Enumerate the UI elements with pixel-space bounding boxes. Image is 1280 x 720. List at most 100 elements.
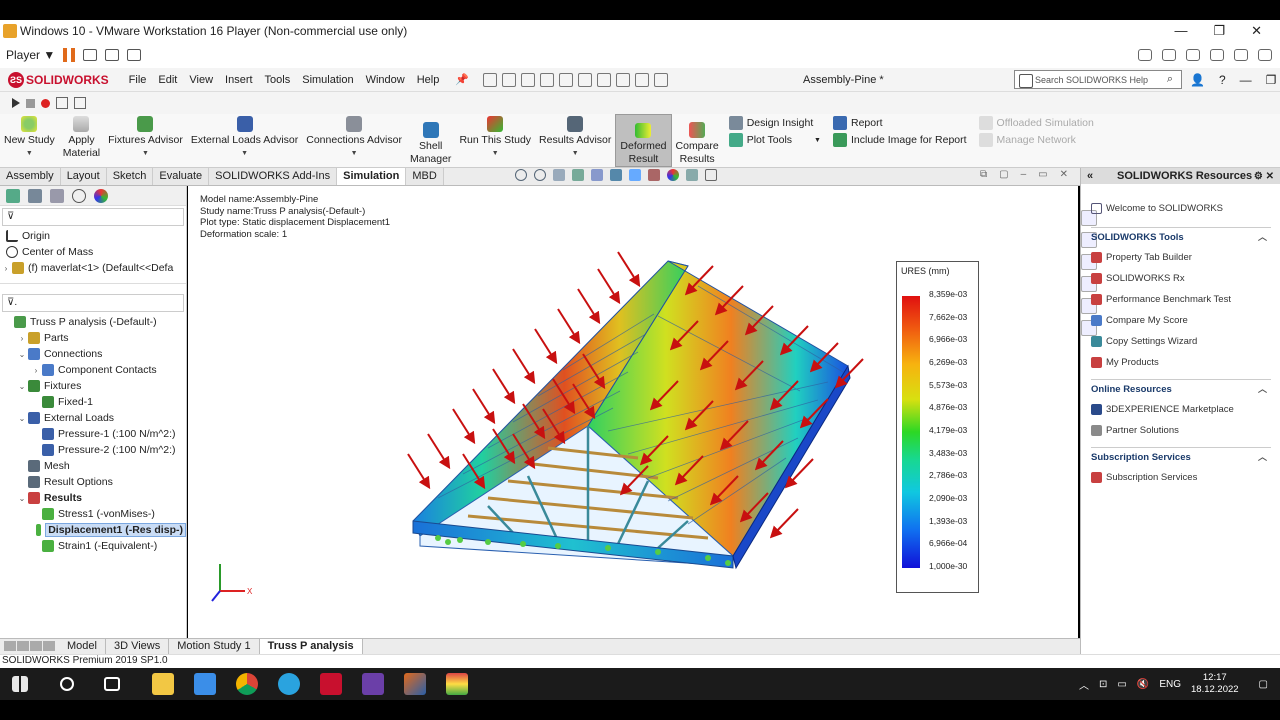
dimxpert-icon[interactable] — [72, 188, 86, 203]
chevron-down-icon[interactable]: ▼ — [814, 137, 821, 144]
doc-restore-button[interactable]: ❐ — [1266, 73, 1277, 87]
include-image-button[interactable]: Include Image for Report — [832, 133, 967, 147]
menu-view[interactable]: View — [183, 74, 219, 86]
menu-tools[interactable]: Tools — [259, 74, 297, 86]
chevron-down-icon[interactable]: ▼ — [572, 147, 579, 160]
zoom-fit-icon[interactable] — [515, 169, 527, 181]
notifications-icon[interactable]: ▢ — [1259, 679, 1268, 690]
chrome-icon[interactable] — [236, 673, 258, 695]
volume-muted-icon[interactable]: 🔇 — [1137, 679, 1149, 690]
user-icon[interactable]: 👤 — [1190, 73, 1205, 87]
app-icon[interactable] — [446, 673, 468, 695]
device-icon[interactable] — [1138, 49, 1152, 61]
view-orientation-icon[interactable] — [610, 169, 622, 181]
dynamic-annotation-icon[interactable] — [591, 169, 603, 181]
device-icon[interactable] — [1210, 49, 1224, 61]
device-icon[interactable] — [1258, 49, 1272, 61]
tree-item[interactable]: › Component Contacts — [0, 362, 186, 378]
chevron-down-icon[interactable]: ▼ — [351, 147, 358, 160]
device-icon[interactable] — [1186, 49, 1200, 61]
menu-window[interactable]: Window — [360, 74, 411, 86]
subscription-link[interactable]: Subscription Services — [1091, 467, 1271, 488]
welcome-link[interactable]: Welcome to SOLIDWORKS — [1091, 198, 1271, 219]
tree-item[interactable]: Strain1 (-Equivalent-) — [0, 538, 186, 554]
rebuild-icon[interactable] — [616, 72, 631, 87]
last-tab-icon[interactable] — [43, 641, 55, 651]
expand-arrow-icon[interactable]: › — [16, 334, 28, 343]
task-pane-pin-icon[interactable]: ⚙ ✕ — [1254, 171, 1274, 182]
pin-icon[interactable]: 📌 — [455, 73, 469, 86]
open-icon[interactable] — [521, 72, 536, 87]
plot-tools-button[interactable]: Plot Tools ▼ — [728, 133, 821, 147]
tool-link[interactable]: Copy Settings Wizard — [1091, 331, 1271, 352]
tab-mbd[interactable]: MBD — [406, 168, 444, 185]
print-icon[interactable] — [559, 72, 574, 87]
tab-motion-study[interactable]: Motion Study 1 — [169, 639, 260, 654]
manage-network-button[interactable]: Manage Network — [978, 133, 1094, 147]
show-hidden-icon[interactable]: ︿ — [1079, 677, 1089, 692]
tree-item[interactable]: ⌄ External Loads — [0, 410, 186, 426]
tree-item[interactable]: Pressure-2 (:100 N/m^2:) — [0, 442, 186, 458]
chevron-up-icon[interactable]: ︿ — [1258, 382, 1267, 395]
search-icon[interactable] — [60, 677, 74, 691]
chevron-down-icon[interactable]: ▼ — [26, 147, 33, 160]
tree-filter-top[interactable]: ⊽ — [2, 208, 184, 226]
display-manager-icon[interactable] — [94, 188, 108, 203]
tool-link[interactable]: Compare My Score — [1091, 310, 1271, 331]
collapse-icon[interactable]: « — [1087, 170, 1093, 182]
chevron-down-icon[interactable]: ▼ — [492, 147, 499, 160]
new-study-button[interactable]: New Study ▼ — [0, 114, 59, 167]
tab-evaluate[interactable]: Evaluate — [153, 168, 210, 185]
apply-material-button[interactable]: Apply Material — [59, 114, 104, 167]
fixtures-advisor-button[interactable]: Fixtures Advisor ▼ — [104, 114, 187, 167]
fullscreen-icon[interactable] — [105, 49, 120, 61]
online-resource-link[interactable]: 3DEXPERIENCE Marketplace — [1091, 399, 1271, 420]
expand-arrow-icon[interactable]: ⌄ — [16, 414, 28, 423]
viewport-maximize-icon[interactable]: ▭ — [1038, 169, 1047, 180]
doc-minimize-button[interactable]: — — [1240, 73, 1252, 87]
solidworks-taskbar-icon[interactable] — [320, 673, 342, 695]
viewport-close-icon[interactable]: ✕ — [1060, 169, 1068, 180]
pause-icon[interactable] — [63, 48, 76, 62]
expand-arrow-icon[interactable]: ⌄ — [16, 382, 28, 391]
tree-item[interactable]: ⌄ Results — [0, 490, 186, 506]
menu-help[interactable]: Help — [411, 74, 446, 86]
tree-item[interactable]: Truss P analysis (-Default-) — [0, 314, 186, 330]
report-button[interactable]: Report — [832, 116, 967, 130]
tool-link[interactable]: SOLIDWORKS Rx — [1091, 268, 1271, 289]
results-advisor-button[interactable]: Results Advisor ▼ — [535, 114, 615, 167]
first-tab-icon[interactable] — [4, 641, 16, 651]
appearance-icon[interactable] — [667, 169, 679, 181]
new-icon[interactable] — [502, 72, 517, 87]
home-icon[interactable] — [483, 72, 498, 87]
expand-arrow-icon[interactable]: › — [30, 366, 42, 375]
tree-filter-study[interactable]: ⊽. — [2, 294, 184, 312]
tab-sketch[interactable]: Sketch — [106, 168, 154, 185]
search-icon[interactable]: ⌕ — [1167, 73, 1173, 86]
tile-icon[interactable]: ⧉ — [980, 169, 987, 180]
telegram-icon[interactable] — [278, 673, 300, 695]
tree-item[interactable]: Pressure-1 (:100 N/m^2:) — [0, 426, 186, 442]
language-indicator[interactable]: ENG — [1159, 679, 1181, 690]
close-button[interactable]: ✕ — [1251, 23, 1262, 39]
run-this-study-button[interactable]: Run This Study ▼ — [455, 114, 535, 167]
tree-item[interactable]: Result Options — [0, 474, 186, 490]
menu-simulation[interactable]: Simulation — [296, 74, 359, 86]
expand-arrow-icon[interactable]: › — [0, 264, 12, 273]
tree-item[interactable]: ⌄ Fixtures — [0, 378, 186, 394]
tree-item[interactable]: Fixed-1 — [0, 394, 186, 410]
record-icon[interactable] — [41, 98, 50, 108]
section-view-icon[interactable] — [572, 169, 584, 181]
play-icon[interactable] — [12, 98, 20, 108]
online-section-header[interactable]: Online Resources ︿ — [1091, 379, 1271, 399]
tab-simulation[interactable]: Simulation — [337, 168, 407, 185]
solidworks-logo[interactable]: ƧS SOLIDWORKS — [0, 71, 123, 88]
display-style-icon[interactable] — [629, 169, 641, 181]
previous-view-icon[interactable] — [553, 169, 565, 181]
start-icon[interactable] — [12, 676, 28, 692]
maximize-button[interactable]: ❐ — [1213, 23, 1225, 39]
tree-item-origin[interactable]: Origin — [0, 228, 186, 244]
tool-link[interactable]: Performance Benchmark Test — [1091, 289, 1271, 310]
task-view-icon[interactable] — [104, 677, 120, 691]
offloaded-simulation-button[interactable]: Offloaded Simulation — [978, 116, 1094, 130]
